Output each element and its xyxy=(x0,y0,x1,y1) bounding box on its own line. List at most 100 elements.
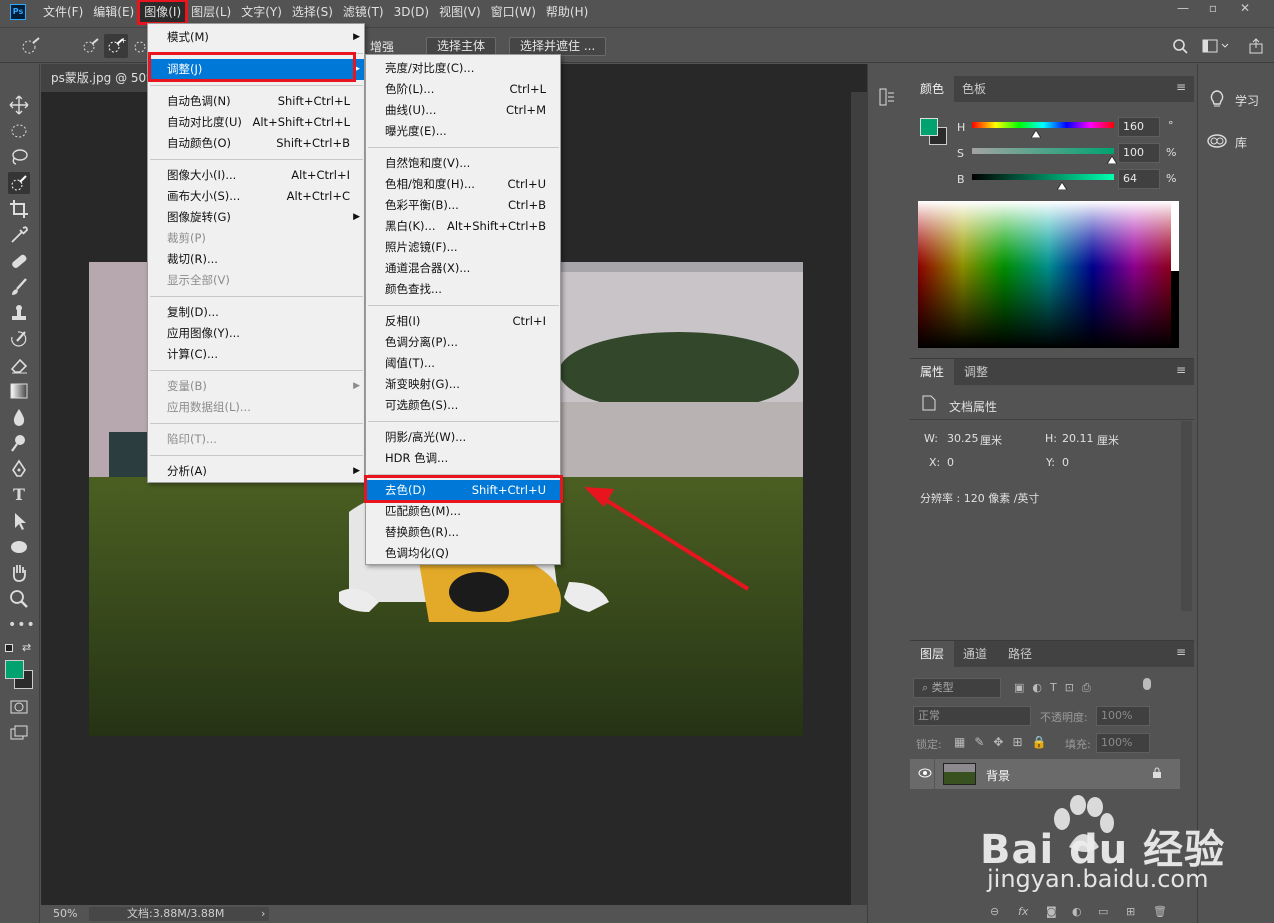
add-mask-icon[interactable]: ◙ xyxy=(1046,905,1057,918)
menu-item-apply-data-set[interactable]: 应用数据组(L)... xyxy=(148,397,364,418)
enhance-edge-label[interactable]: 增强 xyxy=(370,38,394,55)
menu-item-vibrance[interactable]: 自然饱和度(V)... xyxy=(366,153,560,174)
menu-item-gradient-map[interactable]: 渐变映射(G)... xyxy=(366,374,560,395)
menu-item-exposure[interactable]: 曝光度(E)... xyxy=(366,121,560,142)
tab-color[interactable]: 颜色 xyxy=(910,76,955,102)
panel-menu-icon[interactable]: ≡ xyxy=(1176,645,1186,659)
status-arrow-icon[interactable]: › xyxy=(261,905,265,923)
learn-label[interactable]: 学习 xyxy=(1235,92,1259,109)
menu-item-photo-filter[interactable]: 照片滤镜(F)... xyxy=(366,237,560,258)
history-panel-icon[interactable] xyxy=(877,87,897,110)
document-tab[interactable]: ps蒙版.jpg @ 50% xyxy=(41,64,151,92)
y-value[interactable]: 0 xyxy=(1062,456,1069,469)
eraser-tool-icon[interactable] xyxy=(8,354,30,376)
zoom-tool-icon[interactable] xyxy=(8,588,30,610)
marquee-tool-icon[interactable] xyxy=(8,120,30,142)
zoom-level[interactable]: 50% xyxy=(53,905,77,923)
link-layers-icon[interactable]: ⊖ xyxy=(990,905,999,918)
menu-layer[interactable]: 图层(L) xyxy=(186,1,236,23)
menu-3d[interactable]: 3D(D) xyxy=(389,1,434,23)
dodge-tool-icon[interactable] xyxy=(8,432,30,454)
menu-item-trim[interactable]: 裁切(R)... xyxy=(148,249,364,270)
share-icon[interactable] xyxy=(1248,38,1264,57)
saturation-slider[interactable] xyxy=(972,148,1114,154)
lasso-tool-icon[interactable] xyxy=(8,146,30,168)
restore-button[interactable]: ▫ xyxy=(1198,0,1228,18)
menu-filter[interactable]: 滤镜(T) xyxy=(338,1,389,23)
menu-image[interactable]: 图像(I) xyxy=(137,0,189,25)
history-brush-tool-icon[interactable] xyxy=(8,328,30,350)
menu-item-brightness-contrast[interactable]: 亮度/对比度(C)... xyxy=(366,58,560,79)
menu-edit[interactable]: 编辑(E) xyxy=(88,1,139,23)
menu-item-auto-contrast[interactable]: 自动对比度(U) Alt+Shift+Ctrl+L xyxy=(148,112,364,133)
pen-tool-icon[interactable] xyxy=(8,458,30,480)
menu-item-hdr-toning[interactable]: HDR 色调... xyxy=(366,448,560,469)
color-panel-foreground-swatch[interactable] xyxy=(920,118,938,136)
tab-channels[interactable]: 通道 xyxy=(953,641,997,667)
new-layer-icon[interactable]: ⊞ xyxy=(1126,905,1135,918)
saturation-slider-thumb[interactable] xyxy=(1106,153,1118,167)
hand-tool-icon[interactable] xyxy=(8,562,30,584)
eyedropper-tool-icon[interactable] xyxy=(8,224,30,246)
tab-adjustments[interactable]: 调整 xyxy=(954,359,998,385)
menu-item-color-balance[interactable]: 色彩平衡(B)... Ctrl+B xyxy=(366,195,560,216)
quick-mask-icon[interactable] xyxy=(8,696,30,718)
x-value[interactable]: 0 xyxy=(947,456,954,469)
width-value[interactable]: 30.25 xyxy=(947,432,979,445)
path-selection-tool-icon[interactable] xyxy=(8,510,30,532)
menu-item-hue-saturation[interactable]: 色相/饱和度(H)... Ctrl+U xyxy=(366,174,560,195)
menu-item-trap[interactable]: 陷印(T)... xyxy=(148,429,364,450)
close-button[interactable]: ✕ xyxy=(1230,0,1260,18)
menu-view[interactable]: 视图(V) xyxy=(434,1,486,23)
menu-item-variables[interactable]: 变量(B) ▶ xyxy=(148,376,364,397)
menu-item-threshold[interactable]: 阈值(T)... xyxy=(366,353,560,374)
foreground-color-swatch[interactable] xyxy=(5,660,24,679)
menu-item-invert[interactable]: 反相(I) Ctrl+I xyxy=(366,311,560,332)
spectrum-black-strip[interactable] xyxy=(1171,271,1179,348)
subtract-selection-icon[interactable] xyxy=(132,36,148,56)
workspace-icon[interactable] xyxy=(1202,38,1230,57)
menu-item-mode[interactable]: 模式(M) ▶ xyxy=(148,27,364,48)
panel-menu-icon[interactable]: ≡ xyxy=(1176,363,1186,377)
menu-item-channel-mixer[interactable]: 通道混合器(X)... xyxy=(366,258,560,279)
gradient-tool-icon[interactable] xyxy=(8,380,30,402)
blur-tool-icon[interactable] xyxy=(8,406,30,428)
healing-brush-tool-icon[interactable] xyxy=(8,250,30,272)
menu-item-equalize[interactable]: 色调均化(Q) xyxy=(366,543,560,564)
layer-filter-select[interactable]: ⌕ 类型 xyxy=(913,678,1001,698)
menu-item-color-lookup[interactable]: 颜色查找... xyxy=(366,279,560,300)
fill-input[interactable]: 100% xyxy=(1096,733,1150,753)
menu-item-match-color[interactable]: 匹配颜色(M)... xyxy=(366,501,560,522)
hue-slider-thumb[interactable] xyxy=(1030,127,1042,141)
cc-library-icon[interactable] xyxy=(1206,132,1228,151)
adjustment-layer-icon[interactable]: ◐ xyxy=(1072,905,1082,918)
clone-stamp-tool-icon[interactable] xyxy=(8,302,30,324)
brightness-input[interactable]: 64 xyxy=(1118,169,1160,189)
layer-row-background[interactable]: 背景 xyxy=(910,759,1180,789)
menu-item-desaturate[interactable]: 去色(D) Shift+Ctrl+U xyxy=(366,480,560,501)
tab-paths[interactable]: 路径 xyxy=(998,641,1042,667)
brightness-slider-thumb[interactable] xyxy=(1056,179,1068,193)
menu-item-reveal-all[interactable]: 显示全部(V) xyxy=(148,270,364,291)
menu-item-posterize[interactable]: 色调分离(P)... xyxy=(366,332,560,353)
filter-toggle-icon[interactable] xyxy=(1143,678,1151,690)
brush-tool-icon[interactable] xyxy=(8,276,30,298)
menu-item-canvas-size[interactable]: 画布大小(S)... Alt+Ctrl+C xyxy=(148,186,364,207)
color-spectrum-picker[interactable] xyxy=(918,201,1179,348)
blend-mode-select[interactable]: 正常 xyxy=(913,706,1031,726)
height-value[interactable]: 20.11 xyxy=(1062,432,1094,445)
menu-item-auto-color[interactable]: 自动颜色(O) Shift+Ctrl+B xyxy=(148,133,364,154)
layer-style-fx-icon[interactable]: fx xyxy=(1018,905,1028,918)
visibility-eye-icon[interactable] xyxy=(918,767,932,782)
menu-item-selective-color[interactable]: 可选颜色(S)... xyxy=(366,395,560,416)
menu-item-adjustments[interactable]: 调整(J) ▶ xyxy=(148,59,364,80)
ellipse-tool-icon[interactable] xyxy=(8,536,30,558)
menu-item-shadows-highlights[interactable]: 阴影/高光(W)... xyxy=(366,427,560,448)
default-colors-icon[interactable] xyxy=(5,644,13,652)
menu-item-black-white[interactable]: 黑白(K)... Alt+Shift+Ctrl+B xyxy=(366,216,560,237)
lock-icons[interactable]: ▦✎✥⊞🔒 xyxy=(954,735,1055,749)
quick-selection-tool-icon[interactable] xyxy=(8,172,30,194)
menu-item-crop[interactable]: 裁剪(P) xyxy=(148,228,364,249)
menu-item-analysis[interactable]: 分析(A) ▶ xyxy=(148,461,364,482)
new-selection-icon[interactable] xyxy=(80,36,102,56)
